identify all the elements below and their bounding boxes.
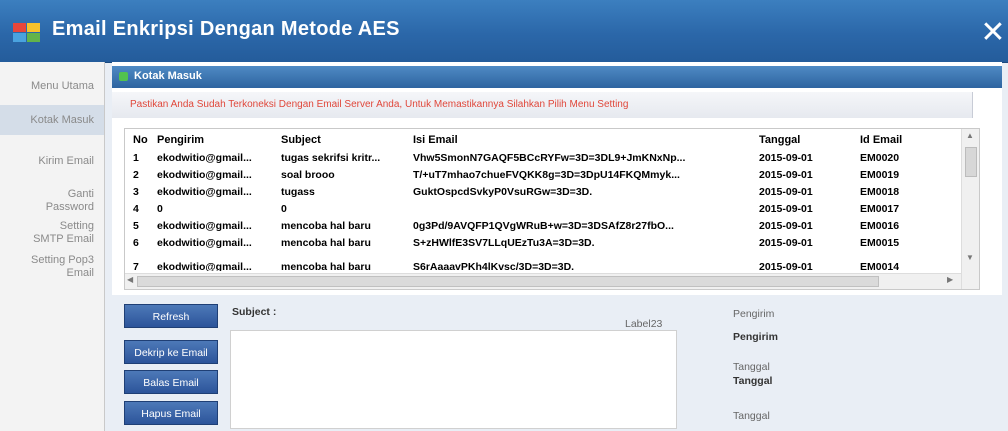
window-title: Email Enkripsi Dengan Metode AES bbox=[52, 18, 400, 40]
refresh-button[interactable]: Refresh bbox=[124, 304, 218, 328]
sidebar-item-setting-pop3[interactable]: Setting Pop3 Email bbox=[0, 254, 104, 282]
cell-id-email: EM0020 bbox=[860, 152, 900, 164]
cell-subject: mencoba hal baru bbox=[281, 237, 371, 249]
scroll-up-icon[interactable]: ▲ bbox=[966, 131, 974, 140]
table-row[interactable]: 6 ekodwitio@gmail... mencoba hal baru S+… bbox=[125, 234, 961, 252]
panel-title: Kotak Masuk bbox=[134, 70, 202, 82]
cell-id-email: EM0018 bbox=[860, 186, 900, 198]
title-bar: Email Enkripsi Dengan Metode AES ✕ bbox=[0, 0, 1008, 63]
table-row[interactable]: 4 0 0 2015-09-01 EM0017 bbox=[125, 200, 961, 218]
sidebar-item-label: Ganti Password bbox=[45, 188, 94, 213]
column-header-subject[interactable]: Subject bbox=[281, 134, 321, 146]
scroll-right-icon[interactable]: ▶ bbox=[947, 275, 953, 284]
cell-pengirim: ekodwitio@gmail... bbox=[157, 186, 252, 198]
sidebar-item-label: Kotak Masuk bbox=[30, 114, 94, 126]
vertical-scrollbar[interactable]: ▲ ▼ bbox=[961, 129, 979, 289]
reply-email-button[interactable]: Balas Email bbox=[124, 370, 218, 394]
column-header-no[interactable]: No bbox=[133, 134, 148, 146]
scroll-thumb[interactable] bbox=[965, 147, 977, 177]
sidebar-item-label: Menu Utama bbox=[31, 80, 94, 92]
status-dot-icon bbox=[119, 72, 128, 81]
cell-pengirim: ekodwitio@gmail... bbox=[157, 237, 252, 249]
notice-text: Pastikan Anda Sudah Terkoneksi Dengan Em… bbox=[130, 99, 629, 110]
app-logo-icon bbox=[13, 23, 40, 42]
cell-tanggal: 2015-09-01 bbox=[759, 186, 813, 198]
connection-notice: Pastikan Anda Sudah Terkoneksi Dengan Em… bbox=[112, 92, 973, 118]
pengirim-value: Pengirim bbox=[733, 331, 778, 343]
message-body-textarea[interactable] bbox=[230, 330, 677, 429]
inbox-panel: Kotak Masuk Pastikan Anda Sudah Terkonek… bbox=[112, 62, 1002, 295]
table-row[interactable]: 7 ekodwitio@gmail... mencoba hal baru S6… bbox=[125, 251, 961, 271]
table-row[interactable]: 5 ekodwitio@gmail... mencoba hal baru 0g… bbox=[125, 217, 961, 235]
cell-isi-email: S+zHWlfE3SV7LLqUEzTu3A=3D=3D. bbox=[413, 237, 595, 249]
cell-no: 1 bbox=[133, 152, 139, 164]
tanggal-caption: Tanggal bbox=[733, 361, 770, 373]
pengirim-caption: Pengirim bbox=[733, 308, 775, 320]
cell-isi-email: S6rAaaavPKh4lKvsc/3D=3D=3D. bbox=[413, 261, 575, 271]
close-button[interactable]: ✕ bbox=[978, 16, 1008, 52]
column-header-pengirim[interactable]: Pengirim bbox=[157, 134, 204, 146]
cell-pengirim: ekodwitio@gmail... bbox=[157, 220, 252, 232]
sidebar-item-label: Setting SMTP Email bbox=[33, 220, 94, 245]
sidebar-item-label: Setting Pop3 Email bbox=[31, 254, 94, 279]
cell-pengirim: ekodwitio@gmail... bbox=[157, 152, 252, 164]
cell-id-email: EM0014 bbox=[860, 261, 900, 271]
cell-id-email: EM0016 bbox=[860, 220, 900, 232]
cell-subject: soal brooo bbox=[281, 169, 335, 181]
cell-subject: mencoba hal baru bbox=[281, 220, 371, 232]
scroll-down-icon[interactable]: ▼ bbox=[966, 253, 974, 262]
panel-header: Kotak Masuk bbox=[112, 66, 1002, 88]
cell-no: 3 bbox=[133, 186, 139, 198]
cell-id-email: EM0015 bbox=[860, 237, 900, 249]
cell-no: 7 bbox=[133, 261, 139, 271]
cell-subject: tugas sekrifsi kritr... bbox=[281, 152, 381, 164]
table-row[interactable]: 2 ekodwitio@gmail... soal brooo T/+uT7mh… bbox=[125, 166, 961, 184]
sidebar-item-menu-utama[interactable]: Menu Utama bbox=[0, 72, 104, 100]
cell-pengirim: 0 bbox=[157, 203, 163, 215]
cell-isi-email: GuktOspcdSvkyP0VsuRGw=3D=3D. bbox=[413, 186, 593, 198]
cell-id-email: EM0019 bbox=[860, 169, 900, 181]
cell-subject: tugass bbox=[281, 186, 315, 198]
sidebar: Menu Utama Kotak Masuk Kirim Email Ganti… bbox=[0, 62, 105, 431]
sidebar-item-label: Kirim Email bbox=[38, 155, 94, 167]
label23: Label23 bbox=[625, 318, 663, 330]
cell-pengirim: ekodwitio@gmail... bbox=[157, 169, 252, 181]
cell-tanggal: 2015-09-01 bbox=[759, 169, 813, 181]
table-header: No Pengirim Subject Isi Email Tanggal Id… bbox=[125, 131, 961, 149]
column-header-tanggal[interactable]: Tanggal bbox=[759, 134, 800, 146]
cell-tanggal: 2015-09-01 bbox=[759, 220, 813, 232]
tanggal-caption-2: Tanggal bbox=[733, 410, 770, 422]
sidebar-item-kirim-email[interactable]: Kirim Email bbox=[0, 150, 104, 172]
scroll-left-icon[interactable]: ◀ bbox=[127, 275, 133, 284]
decrypt-email-button[interactable]: Dekrip ke Email bbox=[124, 340, 218, 364]
cell-tanggal: 2015-09-01 bbox=[759, 261, 813, 271]
subject-label: Subject : bbox=[232, 306, 277, 318]
sidebar-item-setting-smtp[interactable]: Setting SMTP Email bbox=[0, 220, 104, 248]
column-header-id-email[interactable]: Id Email bbox=[860, 134, 902, 146]
cell-isi-email: 0g3Pd/9AVQFP1QVgWRuB+w=3D=3DSAfZ8r27fbO.… bbox=[413, 220, 674, 232]
cell-isi-email: Vhw5SmonN7GAQF5BCcRYFw=3D=3DL9+JmKNxNp..… bbox=[413, 152, 686, 164]
inbox-table[interactable]: No Pengirim Subject Isi Email Tanggal Id… bbox=[124, 128, 980, 290]
column-header-isi-email[interactable]: Isi Email bbox=[413, 134, 458, 146]
cell-tanggal: 2015-09-01 bbox=[759, 152, 813, 164]
cell-tanggal: 2015-09-01 bbox=[759, 203, 813, 215]
cell-subject: 0 bbox=[281, 203, 287, 215]
cell-no: 2 bbox=[133, 169, 139, 181]
tanggal-value: Tanggal bbox=[733, 375, 773, 387]
table-row[interactable]: 1 ekodwitio@gmail... tugas sekrifsi krit… bbox=[125, 149, 961, 167]
scroll-thumb[interactable] bbox=[137, 276, 879, 287]
cell-pengirim: ekodwitio@gmail... bbox=[157, 261, 252, 271]
cell-no: 4 bbox=[133, 203, 139, 215]
cell-tanggal: 2015-09-01 bbox=[759, 237, 813, 249]
sidebar-item-ganti-password[interactable]: Ganti Password bbox=[0, 188, 104, 216]
cell-no: 6 bbox=[133, 237, 139, 249]
table-row[interactable]: 3 ekodwitio@gmail... tugass GuktOspcdSvk… bbox=[125, 183, 961, 201]
sidebar-item-kotak-masuk[interactable]: Kotak Masuk bbox=[0, 105, 104, 135]
cell-id-email: EM0017 bbox=[860, 203, 900, 215]
cell-isi-email: T/+uT7mhao7chueFVQKK8g=3D=3DpU14FKQMmyk.… bbox=[413, 169, 680, 181]
cell-no: 5 bbox=[133, 220, 139, 232]
cell-subject: mencoba hal baru bbox=[281, 261, 371, 271]
delete-email-button[interactable]: Hapus Email bbox=[124, 401, 218, 425]
horizontal-scrollbar[interactable]: ◀ ▶ bbox=[125, 273, 961, 289]
